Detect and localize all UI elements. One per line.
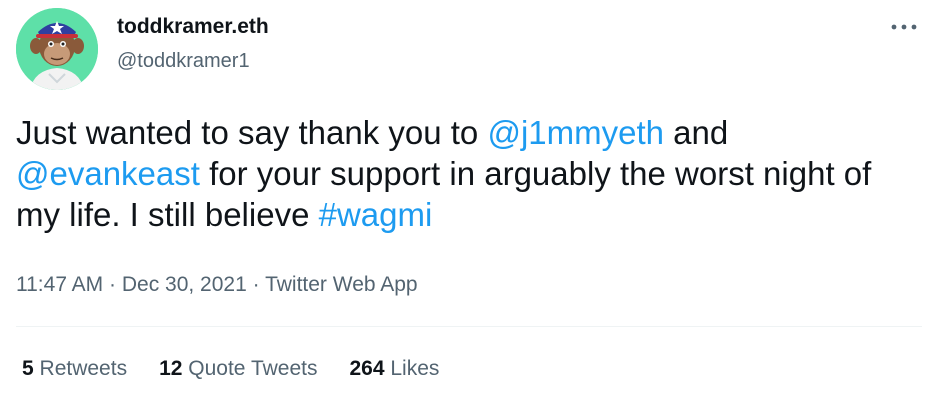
more-horizontal-icon[interactable]: [886, 13, 922, 41]
retweets-count: 5: [22, 357, 34, 380]
likes-label: Likes: [390, 357, 440, 380]
ape-avatar-icon[interactable]: [16, 8, 98, 90]
mention-link[interactable]: @evankeast: [16, 155, 200, 192]
tweet-text-segment: Just wanted to say thank you to: [16, 114, 488, 151]
meta-separator: ·: [246, 273, 266, 296]
retweets-stat[interactable]: 5 Retweets: [22, 356, 127, 382]
tweet-time[interactable]: 11:47 AM: [16, 273, 103, 296]
retweets-label: Retweets: [39, 357, 128, 380]
quote-tweets-label: Quote Tweets: [188, 357, 318, 380]
hashtag-link[interactable]: #wagmi: [319, 196, 433, 233]
tweet-source[interactable]: Twitter Web App: [265, 273, 418, 296]
tweet-date[interactable]: Dec 30, 2021: [122, 273, 247, 296]
meta-separator: ·: [103, 273, 122, 296]
divider: [16, 326, 922, 327]
display-name[interactable]: toddkramer.eth: [117, 14, 269, 40]
user-handle[interactable]: @toddkramer1: [117, 49, 250, 73]
tweet-stats: 5 Retweets 12 Quote Tweets 264 Likes: [22, 356, 471, 382]
tweet-card: toddkramer.eth @toddkramer1 Just wanted …: [0, 0, 941, 403]
quote-tweets-stat[interactable]: 12 Quote Tweets: [159, 356, 317, 382]
tweet-meta: 11:47 AM · Dec 30, 2021 · Twitter Web Ap…: [16, 272, 418, 298]
likes-count: 264: [349, 357, 385, 380]
likes-stat[interactable]: 264 Likes: [349, 356, 439, 382]
quote-tweets-count: 12: [159, 357, 183, 380]
mention-link[interactable]: @j1mmyeth: [487, 114, 664, 151]
tweet-text-segment: and: [664, 114, 729, 151]
tweet-text: Just wanted to say thank you to @j1mmyet…: [16, 112, 896, 235]
